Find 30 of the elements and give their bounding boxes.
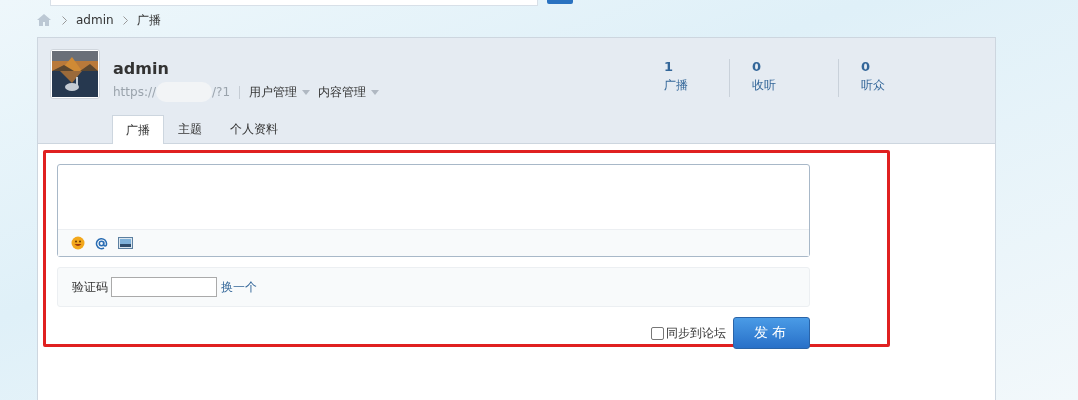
stat-label[interactable]: 广播 [664,77,729,94]
publish-button[interactable]: 发布 [733,317,810,349]
smiley-icon[interactable] [71,236,85,250]
sync-label: 同步到论坛 [666,324,726,342]
stat-count[interactable]: 0 [752,59,838,74]
menu-dropdown[interactable]: 内容管理 [318,83,380,101]
caret-icon[interactable] [371,89,380,95]
home-icon[interactable] [37,14,51,26]
tab[interactable]: 个人资料 [216,115,292,143]
caret-icon[interactable] [302,89,311,95]
captcha-input[interactable] [111,277,217,297]
menu-dropdown[interactable]: 用户管理 [249,83,311,101]
chevron-icon [62,15,67,25]
tab[interactable]: 主题 [164,115,216,143]
profile-url: https:// [113,85,156,99]
stat-count[interactable]: 1 [664,59,729,74]
refresh-captcha-link[interactable]: 换一个 [221,278,257,296]
stat-count[interactable]: 0 [861,59,947,74]
mention-icon[interactable] [95,236,108,250]
profile-url: /?1 [212,85,231,99]
stat-label[interactable]: 收听 [752,77,838,94]
stat-label[interactable]: 听众 [861,77,947,94]
chevron-icon [122,15,128,25]
sync-checkbox[interactable] [651,326,664,340]
breadcrumb-link[interactable]: admin [76,13,114,27]
captcha-label: 验证码 [72,278,108,296]
image-icon[interactable] [118,237,133,249]
user-name: admin [113,59,170,78]
tab[interactable]: 广播 [112,115,164,144]
breadcrumb-link[interactable]: 广播 [136,11,161,29]
